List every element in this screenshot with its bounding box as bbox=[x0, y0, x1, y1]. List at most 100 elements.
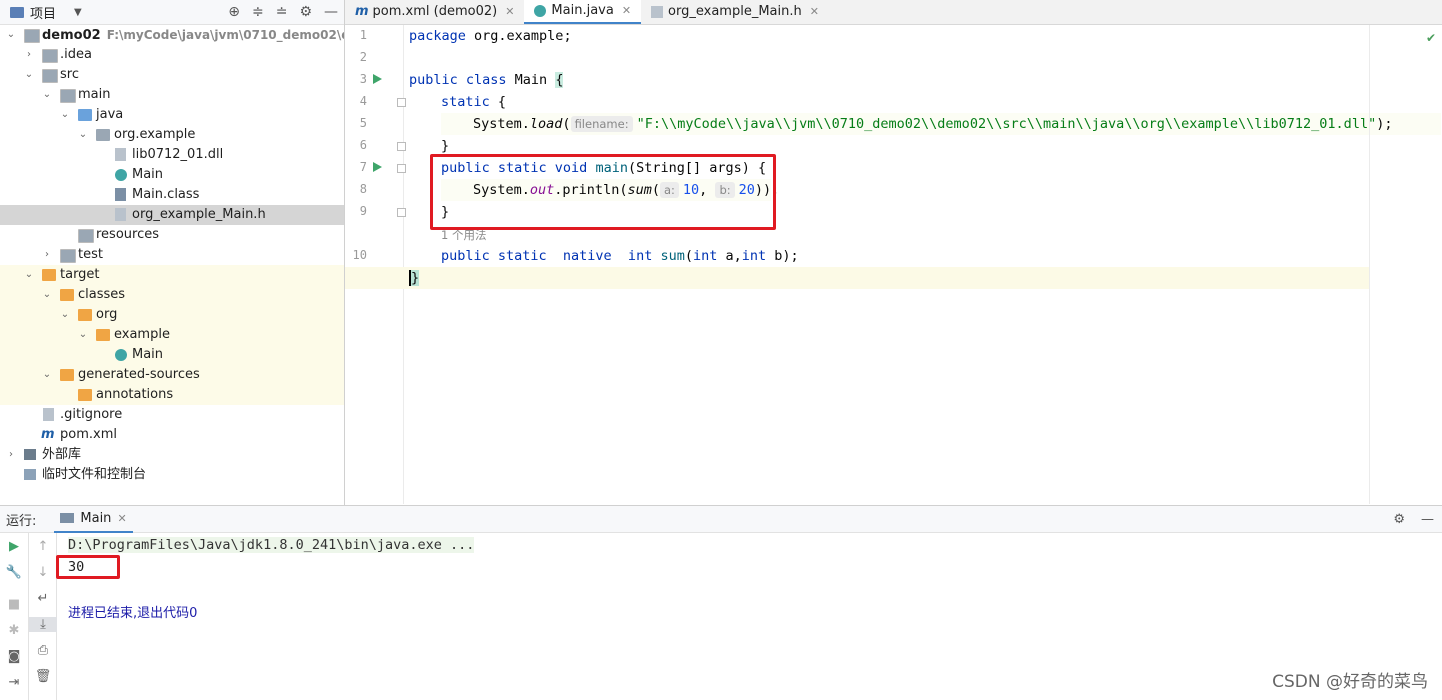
close-icon[interactable]: ✕ bbox=[622, 0, 631, 22]
tree-item-target-main[interactable]: Main bbox=[0, 345, 344, 365]
locate-icon[interactable]: ⊕ bbox=[228, 4, 240, 20]
tree-item-generated-sources[interactable]: ⌄ generated-sources bbox=[0, 365, 344, 385]
trash-icon[interactable]: 🗑 bbox=[29, 669, 57, 684]
tree-item-src[interactable]: ⌄ src bbox=[0, 65, 344, 85]
project-view-selector[interactable]: 项目 ▼ bbox=[10, 3, 82, 22]
chevron-down-icon[interactable]: ⌄ bbox=[22, 65, 36, 85]
tree-item-org-example[interactable]: ⌄ org.example bbox=[0, 125, 344, 145]
tree-item-label: src bbox=[60, 67, 79, 82]
inspection-ok-icon[interactable]: ✔ bbox=[1426, 31, 1436, 45]
run-tab-main[interactable]: Main ✕ bbox=[54, 505, 133, 533]
folder-icon bbox=[60, 289, 74, 301]
tree-item-idea[interactable]: › .idea bbox=[0, 45, 344, 65]
tab-header-file[interactable]: org_example_Main.h ✕ bbox=[641, 0, 829, 24]
stop-icon[interactable]: ■ bbox=[0, 597, 28, 612]
soft-wrap-icon[interactable]: ↵ bbox=[29, 591, 57, 606]
chevron-right-icon[interactable]: › bbox=[4, 445, 18, 465]
fold-icon[interactable] bbox=[397, 98, 406, 107]
wrench-icon[interactable]: 🔧 bbox=[0, 565, 28, 580]
close-icon[interactable]: ✕ bbox=[810, 0, 819, 24]
tree-item-dll[interactable]: lib0712_01.dll bbox=[0, 145, 344, 165]
resources-folder-icon bbox=[78, 229, 94, 243]
close-icon[interactable]: ✕ bbox=[117, 512, 126, 525]
run-header-tools: ⚙ — bbox=[1393, 506, 1434, 532]
chevron-down-icon[interactable]: ⌄ bbox=[22, 265, 36, 285]
collapse-all-icon[interactable]: ≐ bbox=[276, 4, 288, 20]
tree-item-label: demo02 bbox=[42, 28, 101, 43]
source-folder-icon bbox=[78, 109, 92, 121]
header-file-icon bbox=[115, 208, 126, 221]
chevron-down-icon[interactable]: ⌄ bbox=[58, 305, 72, 325]
tree-item-pom[interactable]: m pom.xml bbox=[0, 425, 344, 445]
gear-icon[interactable]: ⚙ bbox=[1393, 512, 1405, 527]
fold-icon[interactable] bbox=[397, 142, 406, 151]
tab-pom-xml[interactable]: m pom.xml (demo02) ✕ bbox=[345, 0, 524, 24]
chevron-right-icon[interactable]: › bbox=[40, 245, 54, 265]
chevron-right-icon[interactable]: › bbox=[22, 45, 36, 65]
console-output[interactable]: D:\ProgramFiles\Java\jdk1.8.0_241\bin\ja… bbox=[62, 533, 1442, 700]
tree-item-annotations[interactable]: annotations bbox=[0, 385, 344, 405]
line-number: 10 bbox=[352, 248, 367, 262]
minimize-icon[interactable]: — bbox=[324, 4, 338, 20]
run-panel-header: 运行: Main ✕ ⚙ — bbox=[0, 506, 1442, 533]
folder-icon bbox=[96, 329, 110, 341]
code-area[interactable]: package org.example; public class Main {… bbox=[345, 25, 1441, 504]
tree-item-header-file[interactable]: org_example_Main.h bbox=[0, 205, 344, 225]
code-editor[interactable]: 1 2 3 4 5 6 7 8 9 10 11 package org.exam… bbox=[345, 25, 1442, 504]
tree-item-resources[interactable]: resources bbox=[0, 225, 344, 245]
tree-item-label: org_example_Main.h bbox=[132, 207, 266, 222]
tree-item-example[interactable]: ⌄ example bbox=[0, 325, 344, 345]
tree-item-label: annotations bbox=[96, 387, 174, 402]
tree-item-main[interactable]: ⌄ main bbox=[0, 85, 344, 105]
rerun-icon[interactable]: ▶ bbox=[0, 539, 28, 554]
chevron-down-icon[interactable]: ⌄ bbox=[40, 365, 54, 385]
chevron-down-icon[interactable]: ⌄ bbox=[4, 25, 18, 45]
minimize-icon[interactable]: — bbox=[1421, 512, 1434, 527]
scroll-to-end-icon[interactable]: ⤓ bbox=[29, 617, 57, 632]
tree-item-label: pom.xml bbox=[60, 427, 117, 442]
camera-icon[interactable]: ◙ bbox=[0, 649, 28, 664]
arrow-down-icon[interactable]: ↓ bbox=[29, 565, 57, 580]
chevron-down-icon[interactable]: ⌄ bbox=[40, 285, 54, 305]
maven-icon: m bbox=[41, 427, 55, 442]
tree-item-scratches[interactable]: 临时文件和控制台 bbox=[0, 465, 344, 485]
chevron-down-icon[interactable]: ⌄ bbox=[58, 105, 72, 125]
exit-icon[interactable]: ⇥ bbox=[0, 675, 28, 690]
expand-all-icon[interactable]: ≑ bbox=[252, 4, 264, 20]
tree-item-main-class-file[interactable]: Main.class bbox=[0, 185, 344, 205]
tree-item-java[interactable]: ⌄ java bbox=[0, 105, 344, 125]
tree-item-main-class-source[interactable]: Main bbox=[0, 165, 344, 185]
chevron-down-icon[interactable]: ⌄ bbox=[76, 125, 90, 145]
chevron-down-icon[interactable]: ⌄ bbox=[40, 85, 54, 105]
line-number: 7 bbox=[359, 160, 367, 174]
gitignore-file-icon bbox=[43, 408, 54, 421]
chevron-down-icon[interactable]: ⌄ bbox=[76, 325, 90, 345]
run-gutter-icon[interactable] bbox=[373, 74, 382, 84]
tree-item-external-libraries[interactable]: › 外部库 bbox=[0, 445, 344, 465]
arrow-up-icon[interactable]: ↑ bbox=[29, 539, 57, 554]
fold-icon[interactable] bbox=[397, 164, 406, 173]
print-icon[interactable]: ⎙ bbox=[29, 643, 57, 658]
tree-item-label: resources bbox=[96, 227, 160, 242]
tree-item-gitignore[interactable]: .gitignore bbox=[0, 405, 344, 425]
tab-label: pom.xml (demo02) bbox=[372, 4, 498, 19]
tree-item-label: target bbox=[60, 267, 100, 282]
tree-item-classes[interactable]: ⌄ classes bbox=[0, 285, 344, 305]
package-icon bbox=[96, 129, 110, 141]
line-number: 8 bbox=[359, 182, 367, 196]
tab-main-java[interactable]: Main.java ✕ bbox=[524, 0, 642, 24]
tree-item-target[interactable]: ⌄ target bbox=[0, 265, 344, 285]
current-line-highlight bbox=[345, 267, 1370, 289]
chevron-down-icon[interactable]: ▼ bbox=[74, 7, 82, 18]
tree-item-org[interactable]: ⌄ org bbox=[0, 305, 344, 325]
tree-item-demo02[interactable]: ⌄ demo02 F:\myCode\java\jvm\0710_demo02\d… bbox=[0, 25, 344, 45]
fold-icon[interactable] bbox=[397, 208, 406, 217]
library-icon bbox=[24, 449, 36, 460]
tree-item-test[interactable]: › test bbox=[0, 245, 344, 265]
gear-icon[interactable]: ⚙ bbox=[299, 4, 312, 20]
close-icon[interactable]: ✕ bbox=[505, 0, 514, 24]
code-line-1: package org.example; bbox=[409, 28, 572, 44]
debug-icon[interactable]: ✱ bbox=[0, 623, 28, 638]
run-gutter-icon[interactable] bbox=[373, 162, 382, 172]
header-file-icon bbox=[651, 6, 664, 18]
